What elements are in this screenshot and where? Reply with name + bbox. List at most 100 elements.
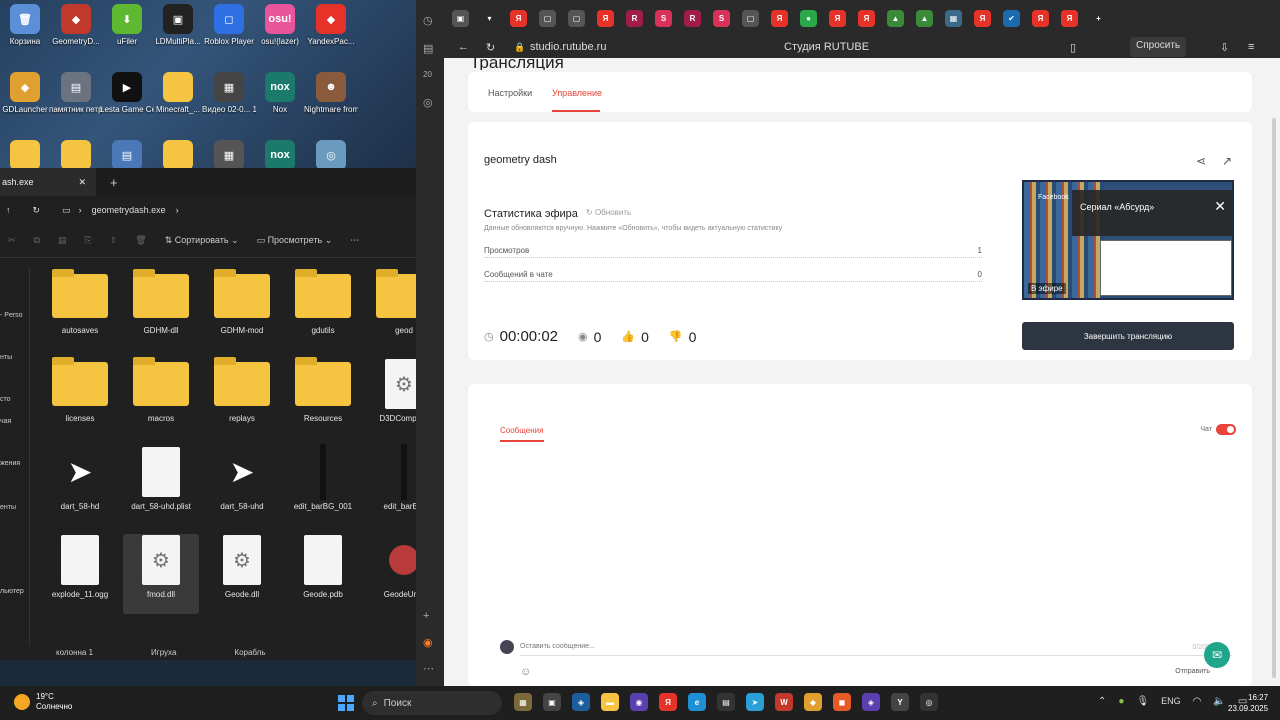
browser-tab[interactable]: ▢ xyxy=(742,9,759,27)
refresh-stats-button[interactable]: ↻ Обновить xyxy=(586,208,631,217)
tab-settings[interactable]: Настройки xyxy=(488,88,532,98)
desktop-icon[interactable]: ◆ GDLauncher xyxy=(0,72,50,134)
explorer-path[interactable]: geometrydash.exe xyxy=(92,205,166,215)
taskbar-app-icon[interactable]: ◈ xyxy=(862,693,880,711)
refresh-icon[interactable]: ↻ xyxy=(33,205,41,216)
browser-tab[interactable]: ▦ xyxy=(945,9,962,27)
copy-icon[interactable]: ⧉ xyxy=(34,235,40,246)
browser-tab[interactable]: ▢ xyxy=(568,9,585,27)
file-item[interactable]: ➤ dart_58-hd xyxy=(42,446,118,526)
taskbar-app-icon[interactable]: ➤ xyxy=(746,693,764,711)
desktop-icon[interactable]: ▶ Lesta Game Center xyxy=(100,72,154,134)
bookmark-icon[interactable]: ▯ xyxy=(1070,41,1076,54)
taskbar-app-icon[interactable]: ◉ xyxy=(630,693,648,711)
more-icon[interactable]: ⋯ xyxy=(350,235,359,246)
screenshot-icon[interactable]: ◎ xyxy=(423,96,433,109)
taskbar-app-icon[interactable]: ▤ xyxy=(717,693,735,711)
microphone-icon[interactable]: 🎙 xyxy=(1136,696,1149,707)
delete-icon[interactable]: 🗑 xyxy=(135,235,146,246)
stream-preview[interactable]: Facebook Сериал «Абсурд» ✕ В эфире xyxy=(1022,180,1234,300)
desktop-icon[interactable]: ⬇ uFiler xyxy=(102,4,152,66)
file-item-label[interactable]: Игруха xyxy=(151,648,176,657)
browser-tab[interactable]: R xyxy=(626,9,643,27)
share-icon[interactable]: ⋖ xyxy=(1196,154,1206,168)
browser-tab[interactable]: Я xyxy=(510,9,527,27)
nav-pane-item[interactable]: нты xyxy=(0,354,12,361)
desktop-icon[interactable]: osu! osu!(lazer) xyxy=(255,4,305,66)
history-icon[interactable]: ◷ xyxy=(423,14,433,27)
download-icon[interactable]: ⇩ xyxy=(1220,41,1229,54)
file-item[interactable]: dart_58-uhd.plist xyxy=(123,446,199,526)
close-icon[interactable]: ✕ xyxy=(1214,198,1226,215)
taskbar-app-icon[interactable]: ▣ xyxy=(543,693,561,711)
windows-start-icon[interactable] xyxy=(338,695,354,711)
tab-messages[interactable]: Сообщения xyxy=(500,426,543,435)
browser-tab[interactable]: ▲ xyxy=(916,9,933,27)
nav-pane-item[interactable]: чая xyxy=(0,418,11,425)
external-link-icon[interactable]: ↗ xyxy=(1222,154,1232,168)
desktop-icon[interactable]: Minecraft_... xyxy=(153,72,203,134)
file-item[interactable]: Resources xyxy=(285,357,361,438)
browser-tab[interactable]: Я xyxy=(1032,9,1049,27)
file-item[interactable]: GeodeUnin xyxy=(366,534,416,614)
browser-tab[interactable]: ▢ xyxy=(539,9,556,27)
nav-pane-item[interactable]: сто xyxy=(0,396,11,403)
wifi-icon[interactable]: ◠ xyxy=(1193,696,1202,707)
emoji-icon[interactable]: ☺ xyxy=(520,666,531,678)
taskbar-app-icon[interactable]: ◈ xyxy=(572,693,590,711)
desktop-icon[interactable]: ◆ GeometryD... xyxy=(51,4,101,66)
file-item[interactable]: autosaves xyxy=(42,269,118,350)
up-arrow-icon[interactable]: ↑ xyxy=(6,205,11,215)
chat-toggle[interactable] xyxy=(1216,424,1236,435)
file-item[interactable]: macros xyxy=(123,357,199,438)
back-icon[interactable]: ← xyxy=(458,41,469,53)
reload-icon[interactable]: ↻ xyxy=(486,41,495,54)
browser-tab[interactable]: ✔ xyxy=(1003,9,1020,27)
browser-tab[interactable]: Я xyxy=(858,9,875,27)
share-icon[interactable]: ⇪ xyxy=(110,235,118,246)
taskbar-app-icon[interactable]: Я xyxy=(659,693,677,711)
browser-tab[interactable]: Я xyxy=(974,9,991,27)
browser-tab[interactable]: ▣ xyxy=(452,9,469,27)
file-item[interactable]: ⚙ Geode.dll xyxy=(204,534,280,614)
desktop-icon[interactable]: 🗑 Корзина xyxy=(0,4,50,66)
new-tab-icon[interactable]: + xyxy=(110,175,118,190)
browser-tab[interactable]: R xyxy=(684,9,701,27)
file-item[interactable]: Geode.pdb xyxy=(285,534,361,614)
send-button[interactable]: Отправить xyxy=(1175,668,1210,675)
file-item[interactable]: edit_barB d xyxy=(366,444,416,526)
desktop-icon[interactable]: ☻ Nightmare from Hell ... xyxy=(304,72,358,134)
explorer-tab[interactable]: ash.exe ✕ xyxy=(0,168,96,196)
weather-widget[interactable]: 19°C Солнечно xyxy=(14,692,72,712)
nav-pane-item[interactable]: енты xyxy=(0,504,16,511)
file-item[interactable]: GDHM-mod xyxy=(204,269,280,350)
clock[interactable]: 16:27 23.09.2025 xyxy=(1228,692,1268,714)
taskbar-app-icon[interactable]: ▬ xyxy=(601,693,619,711)
desktop-icon[interactable]: ▤ памятник петру 2 xyxy=(49,72,103,134)
browser-tab[interactable]: Я xyxy=(771,9,788,27)
more-icon[interactable]: ⋯ xyxy=(423,662,434,675)
menu-icon[interactable]: ≡ xyxy=(1248,41,1254,53)
cut-icon[interactable]: ✂ xyxy=(8,235,16,246)
rename-icon[interactable]: ⎘ xyxy=(85,235,92,246)
file-item[interactable]: ⚙ D3DCompi dll xyxy=(366,358,416,438)
monitor-icon[interactable]: ▭ xyxy=(62,205,71,216)
tab-control[interactable]: Управление xyxy=(552,88,602,98)
end-stream-button[interactable]: Завершить трансляцию xyxy=(1022,322,1234,350)
file-item-label[interactable]: Корабль xyxy=(234,648,265,657)
close-icon[interactable]: ✕ xyxy=(78,177,86,188)
support-chat-icon[interactable]: ✉ xyxy=(1204,642,1230,668)
nav-pane-item[interactable]: - Perso xyxy=(0,312,23,319)
desktop-icon[interactable]: ▣ LDMultiPla... xyxy=(153,4,203,66)
paste-icon[interactable]: ▤ xyxy=(58,235,67,246)
browser-tab[interactable]: S xyxy=(655,9,672,27)
file-item[interactable]: GDHM-dll xyxy=(123,269,199,350)
browser-tab[interactable]: Я xyxy=(829,9,846,27)
url-text[interactable]: studio.rutube.ru xyxy=(530,41,606,53)
desktop-icon[interactable]: ◆ YandexPac... xyxy=(306,4,356,66)
desktop-icon[interactable]: ◻ Roblox Player xyxy=(204,4,254,66)
chevron-up-icon[interactable]: ⌃ xyxy=(1098,696,1106,707)
taskbar-app-icon[interactable]: ◼ xyxy=(833,693,851,711)
nav-pane-item[interactable]: жения xyxy=(0,460,20,467)
file-item[interactable]: ➤ dart_58-uhd xyxy=(204,446,280,526)
